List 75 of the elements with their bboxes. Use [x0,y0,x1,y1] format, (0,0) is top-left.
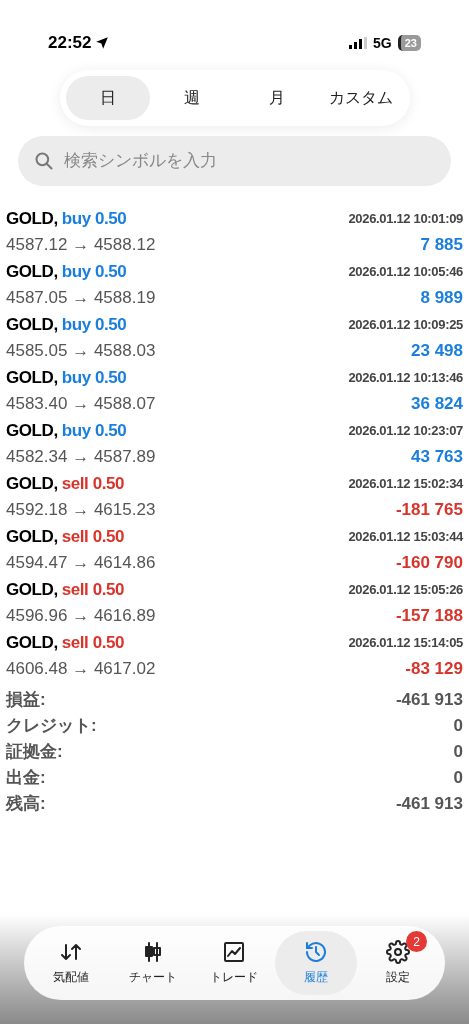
summary-value: -461 913 [395,689,463,712]
search-icon [34,151,54,171]
summary-label: 残高: [6,793,46,816]
trade-order: sell 0.50 [61,473,125,496]
summary-label: 出金: [6,767,46,790]
trade-time: 2026.01.12 10:09:25 [348,316,463,335]
trade-prices: 4594.47 → 4614.86 [6,552,156,575]
trade-profit: -160 790 [395,552,463,575]
trade-profit: 43 763 [411,446,463,469]
nav-tab[interactable]: 気配値 [30,931,112,995]
trade-profit: 36 824 [411,393,463,416]
trade-symbol: GOLD, [6,420,58,443]
summary-value: 0 [453,715,463,738]
trade-profit: -83 129 [405,658,463,681]
trade-prices: 4587.12 → 4588.12 [6,234,156,257]
trade-prices: 4606.48 → 4617.02 [6,658,156,681]
summary-value: 0 [453,741,463,764]
trade-profit: -181 765 [395,499,463,522]
trade-symbol: GOLD, [6,261,58,284]
trade-prices: 4587.05 → 4588.19 [6,287,156,310]
trade-symbol: GOLD, [6,208,58,231]
status-time: 22:52 [48,32,92,55]
period-tab[interactable]: 日 [65,76,150,120]
trade-time: 2026.01.12 10:01:09 [348,210,463,229]
summary-value: -461 913 [395,793,463,816]
trade-time: 2026.01.12 15:05:26 [348,581,463,600]
period-tab[interactable]: 月 [234,76,319,120]
trade-order: sell 0.50 [61,579,125,602]
trade-prices: 4596.96 → 4616.89 [6,605,156,628]
nav-tab[interactable]: 設定 2 [357,931,439,995]
trade-time: 2026.01.12 10:05:46 [348,263,463,282]
nav-tab[interactable]: トレード [193,931,276,995]
trade-order: buy 0.50 [61,314,127,337]
trade-symbol: GOLD, [6,632,58,655]
trade-order: buy 0.50 [61,261,127,284]
trade-prices: 4585.05 → 4588.03 [6,340,156,363]
trade-profit: 7 885 [420,234,463,257]
trade-time: 2026.01.12 10:13:46 [348,369,463,388]
signal-icon [349,37,368,49]
trade-order: sell 0.50 [61,526,125,549]
trade-profit: 8 989 [420,287,463,310]
trade-prices: 4583.40 → 4588.07 [6,393,156,416]
trade-time: 2026.01.12 10:23:07 [348,422,463,441]
trade-order: buy 0.50 [61,420,127,443]
summary-label: 損益: [6,689,46,712]
trade-symbol: GOLD, [6,473,58,496]
trade-symbol: GOLD, [6,579,58,602]
trade-time: 2026.01.12 15:02:34 [348,475,463,494]
trade-profit: -157 188 [395,605,463,628]
trade-prices: 4592.18 → 4615.23 [6,499,156,522]
trade-time: 2026.01.12 15:14:05 [348,634,463,653]
nav-tab[interactable]: 履歴 [275,931,358,995]
search-field[interactable]: 検索シンボルを入力 [18,136,451,186]
summary-label: クレジット: [6,715,97,738]
trade-order: buy 0.50 [61,208,127,231]
trade-symbol: GOLD, [6,314,58,337]
trade-symbol: GOLD, [6,367,58,390]
trade-symbol: GOLD, [6,526,58,549]
location-arrow-icon [95,36,110,50]
trade-profit: 23 498 [411,340,463,363]
network-label: 5G [373,33,392,53]
battery-indicator: 23 [397,35,421,51]
trade-time: 2026.01.12 15:03:44 [348,528,463,547]
summary-label: 証拠金: [6,741,63,764]
nav-tab[interactable]: チャート [111,931,194,995]
line-chart-icon [222,940,247,964]
trade-prices: 4582.34 → 4587.89 [6,446,156,469]
trade-order: sell 0.50 [61,632,125,655]
settings-icon [386,940,411,964]
summary-value: 0 [453,767,463,790]
history-icon [304,940,329,964]
period-tab[interactable]: 週 [150,76,235,120]
trade-order: buy 0.50 [61,367,127,390]
notification-badge: 2 [406,931,427,952]
period-tab[interactable]: カスタム [319,76,404,120]
